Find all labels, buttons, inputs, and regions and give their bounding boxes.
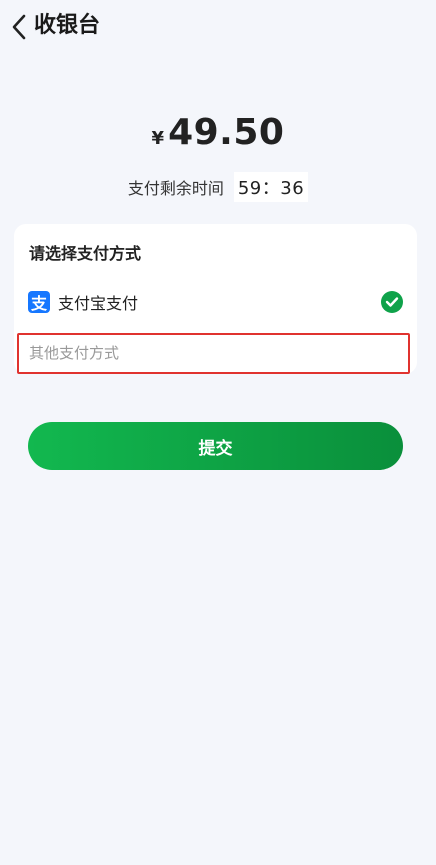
check-circle-icon [381,291,403,313]
other-payment-label: 其他支付方式 [29,344,120,362]
payment-option-label: 支付宝支付 [58,294,139,313]
other-payment-methods[interactable]: 其他支付方式 [17,333,410,374]
countdown-timer: 支付剩余时间 59：36 [0,172,436,202]
amount-display: ¥ 49.50 [0,112,436,153]
submit-button[interactable]: 提交 [28,422,403,470]
back-button[interactable] [8,12,30,42]
chevron-left-icon [12,14,26,40]
payment-option-alipay[interactable]: 支 支付宝支付 [28,287,403,317]
page-title: 收银台 [34,13,101,38]
timer-value: 59：36 [233,172,309,202]
payment-amount: 49.50 [168,112,285,153]
timer-label: 支付剩余时间 [127,179,224,198]
payment-method-title: 请选择支付方式 [29,244,142,263]
alipay-icon: 支 [28,291,50,313]
currency-symbol: ¥ [151,128,165,149]
header: 收银台 [0,0,436,54]
